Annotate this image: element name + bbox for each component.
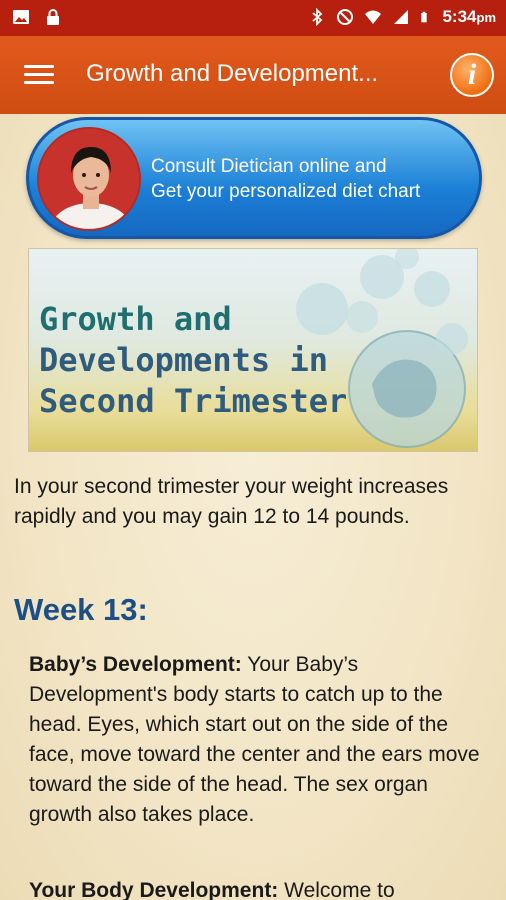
hero-line-2: Developments in	[39, 341, 328, 379]
battery-icon	[421, 11, 428, 23]
lock-icon	[47, 9, 59, 25]
consult-line-1: Consult Dietician online and	[151, 156, 387, 177]
do-not-disturb-icon	[337, 9, 354, 25]
section-text: Your Baby’s Development's body starts to…	[29, 653, 480, 826]
section-label: Baby’s Development:	[29, 653, 242, 676]
baby-development-paragraph: Baby’s Development: Your Baby’s Developm…	[29, 650, 489, 830]
wifi-icon	[365, 10, 382, 24]
status-ampm: pm	[476, 10, 497, 25]
week-heading: Week 13:	[14, 592, 148, 627]
hero-title: Growth and Developments in Second Trimes…	[39, 299, 347, 422]
hero-image: Growth and Developments in Second Trimes…	[28, 248, 478, 452]
app-bar: Growth and Development... i	[0, 36, 506, 114]
hero-line-3: Second Trimester	[39, 382, 348, 420]
body-development-paragraph: Your Body Development: Welcome to	[29, 876, 489, 900]
consult-banner-text: Consult Dietician online and Get your pe…	[151, 154, 420, 204]
status-bar: 5:34pm	[0, 0, 506, 36]
image-icon	[13, 10, 29, 24]
bluetooth-icon	[312, 8, 323, 26]
info-button[interactable]: i	[450, 53, 494, 97]
section-text: Welcome to	[278, 879, 395, 900]
page-title: Growth and Development...	[86, 60, 379, 87]
article-content[interactable]: Consult Dietician online and Get your pe…	[0, 114, 506, 900]
consult-dietician-banner[interactable]: Consult Dietician online and Get your pe…	[26, 117, 482, 239]
consult-line-2: Get your personalized diet chart	[151, 181, 421, 202]
section-label: Your Body Development:	[29, 879, 279, 900]
status-time: 5:34pm	[442, 7, 497, 26]
dietician-avatar	[37, 127, 141, 231]
intro-paragraph: In your second trimester your weight inc…	[14, 475, 449, 528]
hero-line-1: Growth and	[39, 300, 232, 338]
hamburger-menu-icon[interactable]	[22, 61, 56, 89]
signal-icon	[394, 10, 409, 24]
